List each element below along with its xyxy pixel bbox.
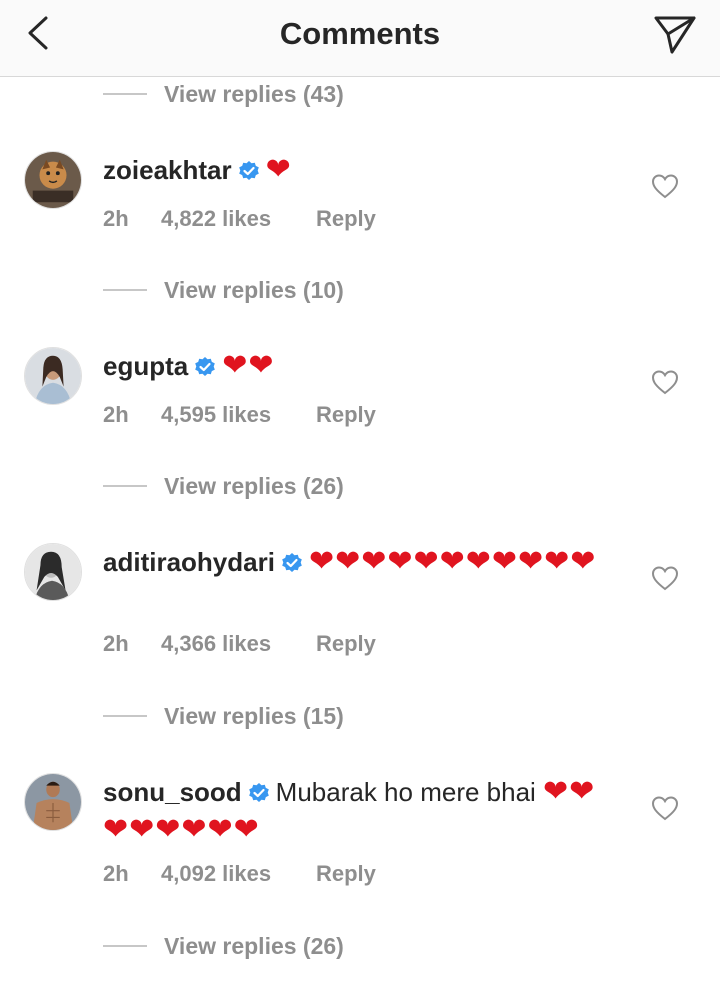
- comment-time: 2h: [103, 631, 129, 656]
- comment-meta: 2h 4,092 likes Reply: [103, 861, 376, 887]
- heart-outline-icon: [651, 566, 679, 591]
- divider: [103, 93, 147, 95]
- view-replies-label: View replies (26): [164, 472, 344, 499]
- verified-badge-icon: [248, 782, 270, 804]
- divider: [103, 289, 147, 291]
- comment-username[interactable]: zoieakhtar: [103, 155, 232, 185]
- paper-plane-icon: [654, 16, 696, 54]
- comment-time: 2h: [103, 206, 129, 231]
- reply-button[interactable]: Reply: [316, 631, 376, 657]
- comment-likes[interactable]: 4,595 likes: [161, 402, 316, 428]
- avatar[interactable]: [24, 773, 82, 831]
- top-nav-bar: Comments: [0, 0, 720, 77]
- comment-meta: 2h 4,366 likes Reply: [103, 631, 376, 657]
- avatar[interactable]: [24, 151, 82, 209]
- heart-outline-icon: [651, 370, 679, 395]
- like-button[interactable]: [651, 795, 679, 821]
- verified-badge-icon: [281, 552, 303, 574]
- view-replies-link[interactable]: View replies (26): [103, 471, 344, 501]
- reply-button[interactable]: Reply: [316, 206, 376, 232]
- view-replies-link[interactable]: View replies (43): [103, 79, 344, 109]
- comment-text: ❤❤❤❤❤❤❤❤❤❤❤: [308, 544, 597, 579]
- comment-likes[interactable]: 4,822 likes: [161, 206, 316, 232]
- view-replies-label: View replies (15): [164, 702, 344, 729]
- view-replies-link[interactable]: View replies (26): [103, 931, 344, 961]
- page-title: Comments: [279, 16, 441, 51]
- verified-badge-icon: [194, 356, 216, 378]
- comment-text: Mubarak ho mere bhai: [275, 777, 536, 807]
- divider: [103, 715, 147, 717]
- view-replies-label: View replies (43): [164, 80, 344, 107]
- comment-time: 2h: [103, 861, 129, 886]
- verified-badge-icon: [238, 160, 260, 182]
- comment-username[interactable]: sonu_sood: [103, 777, 242, 807]
- divider: [103, 485, 147, 487]
- view-replies-label: View replies (26): [164, 932, 344, 959]
- view-replies-link[interactable]: View replies (10): [103, 275, 344, 305]
- comment-body: egupta ❤❤: [103, 347, 603, 385]
- like-button[interactable]: [651, 565, 679, 591]
- avatar[interactable]: [24, 347, 82, 405]
- view-replies-link[interactable]: View replies (15): [103, 701, 344, 731]
- comment-text: ❤: [265, 152, 292, 187]
- comment-body: zoieakhtar ❤: [103, 151, 603, 189]
- comment-meta: 2h 4,822 likes Reply: [103, 206, 376, 232]
- share-button[interactable]: [652, 12, 698, 56]
- comment-likes[interactable]: 4,092 likes: [161, 861, 316, 887]
- comment-username[interactable]: egupta: [103, 351, 188, 381]
- comment-body: sonu_sood Mubarak ho mere bhai ❤❤❤❤❤❤❤❤: [103, 773, 603, 849]
- comment-username[interactable]: aditiraohydari: [103, 547, 275, 577]
- comment-likes[interactable]: 4,366 likes: [161, 631, 316, 657]
- reply-button[interactable]: Reply: [316, 402, 376, 428]
- like-button[interactable]: [651, 369, 679, 395]
- comment-meta: 2h 4,595 likes Reply: [103, 402, 376, 428]
- heart-outline-icon: [651, 174, 679, 199]
- comment-time: 2h: [103, 402, 129, 427]
- view-replies-label: View replies (10): [164, 276, 344, 303]
- avatar[interactable]: [24, 543, 82, 601]
- like-button[interactable]: [651, 173, 679, 199]
- comment-body: aditiraohydari ❤❤❤❤❤❤❤❤❤❤❤: [103, 543, 603, 581]
- reply-button[interactable]: Reply: [316, 861, 376, 887]
- heart-outline-icon: [651, 796, 679, 821]
- divider: [103, 945, 147, 947]
- comment-text: ❤❤: [222, 348, 275, 383]
